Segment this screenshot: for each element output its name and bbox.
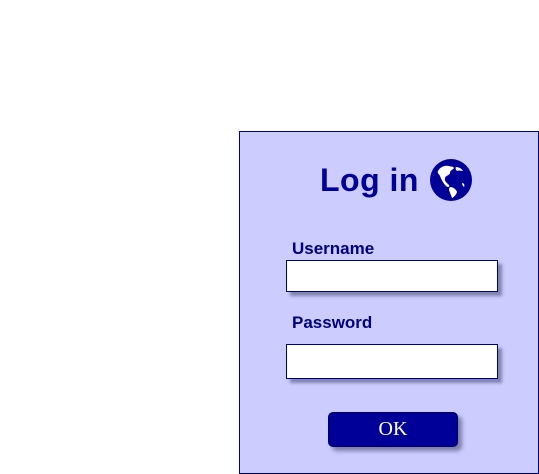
username-field[interactable]: [286, 260, 498, 292]
username-label: Username: [292, 239, 375, 258]
password-label: Password: [292, 313, 373, 332]
password-field[interactable]: [286, 344, 498, 379]
login-panel: Log in Username Password OK: [239, 131, 539, 474]
ok-button[interactable]: OK: [328, 412, 458, 447]
title-row: Log in: [320, 158, 473, 202]
globe-icon: [429, 159, 472, 201]
page-title: Log in: [320, 161, 419, 198]
